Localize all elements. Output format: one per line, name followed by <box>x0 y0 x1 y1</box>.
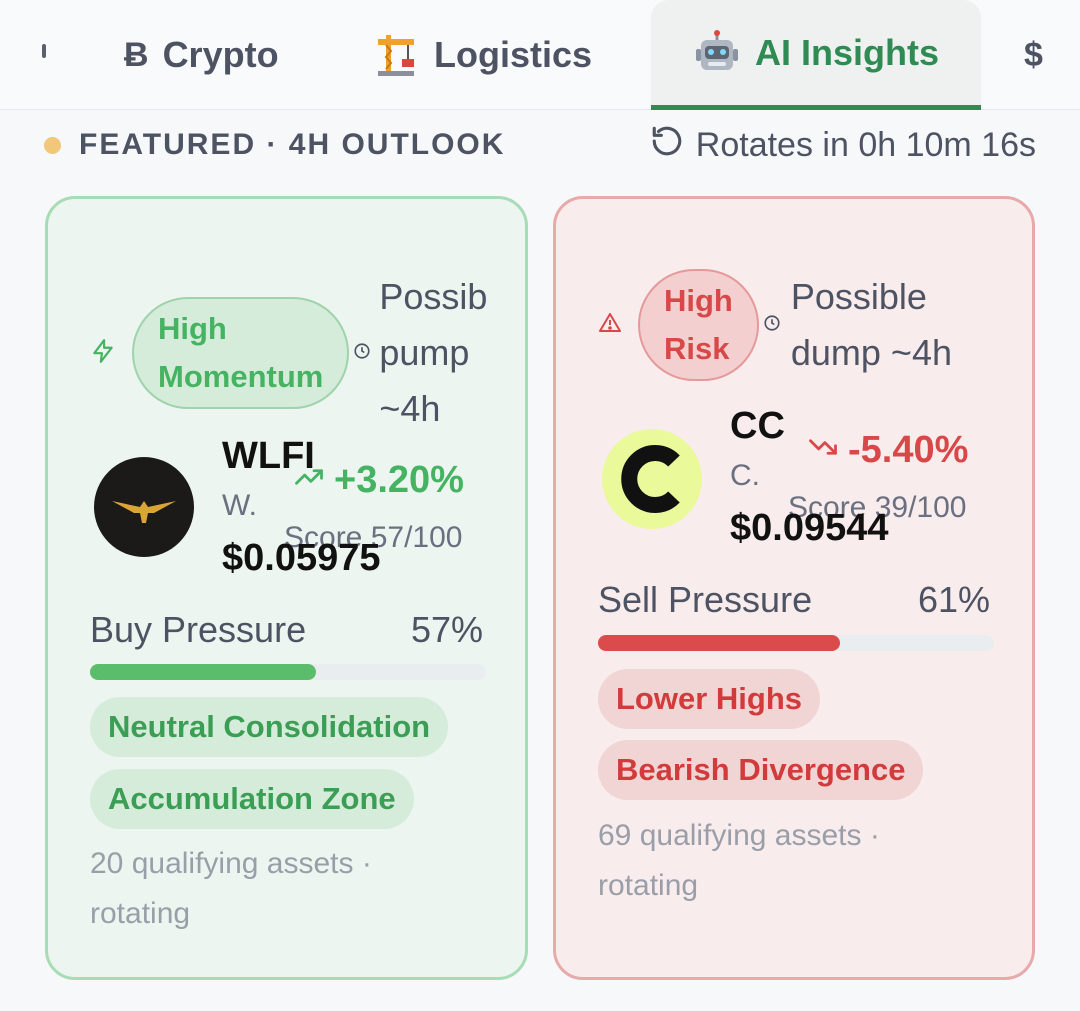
rotation-timer: Rotates in 0h 10m 16s <box>650 124 1036 166</box>
asset-logo <box>94 457 194 557</box>
asset-name: C. <box>730 459 760 492</box>
tab-finance-partial[interactable]: $ <box>1024 0 1043 110</box>
dollar-icon: $ <box>1024 35 1043 74</box>
insight-card-risk[interactable]: High Risk Possible dump ~4h CC -5.40% C.… <box>553 196 1035 980</box>
lightning-icon <box>90 338 116 369</box>
qualifying-assets-note: 20 qualifying assets · rotating <box>90 839 372 939</box>
price-change: -5.40% <box>808 429 968 472</box>
price-change-value: +3.20% <box>334 459 464 501</box>
clock-icon <box>353 342 371 365</box>
tab-crypto-label: Crypto <box>162 34 279 75</box>
asset-price: $0.09544 <box>730 507 889 549</box>
footnote-line: rotating <box>90 897 191 930</box>
signal-tag[interactable]: Bearish Divergence <box>598 740 924 800</box>
tab-ai-insights-label: AI Insights <box>754 31 939 73</box>
eagle-icon <box>112 501 176 523</box>
asset-price: $0.05975 <box>222 537 381 579</box>
pressure-percent: 61% <box>917 579 990 620</box>
bitcoin-icon: Ƀ <box>124 35 149 74</box>
crane-icon <box>372 31 420 79</box>
footnote-line: rotating <box>598 869 699 902</box>
price-change-value: -5.40% <box>848 429 969 471</box>
qualifying-assets-note: 69 qualifying assets · rotating <box>598 811 880 911</box>
footnote-line: 69 qualifying assets · <box>598 819 880 852</box>
warning-icon <box>598 311 622 340</box>
outlook-line: Possib <box>379 276 488 317</box>
badge-line: Risk <box>664 331 730 366</box>
rotate-icon <box>650 124 684 167</box>
momentum-badge: High Momentum <box>132 297 350 409</box>
pressure-label: Buy Pressure <box>90 609 307 650</box>
pressure-bar <box>90 664 486 680</box>
tab-logistics[interactable]: Logistics <box>372 0 592 110</box>
insight-card-momentum[interactable]: High Momentum Possib pump ~4h WLFI +3.20… <box>45 196 528 980</box>
signal-tag[interactable]: Lower Highs <box>598 669 821 729</box>
outlook-line: Possible <box>790 276 927 317</box>
pressure-percent: 57% <box>410 609 483 650</box>
tab-ai-insights[interactable]: AI Insights <box>651 0 981 110</box>
risk-badge: High Risk <box>638 269 759 381</box>
featured-label: FEATURED · 4H OUTLOOK <box>79 128 506 161</box>
trending-up-icon <box>294 459 324 502</box>
asset-name: W. <box>222 489 257 522</box>
robot-icon <box>693 29 741 77</box>
featured-dot-icon <box>44 136 61 154</box>
outlook-line: ~4h <box>379 388 441 429</box>
price-change: +3.20% <box>294 459 464 502</box>
badge-row: High Momentum Possib pump ~4h <box>90 269 487 437</box>
c-letter-icon <box>621 445 680 513</box>
tab-logistics-label: Logistics <box>434 34 593 75</box>
featured-header: FEATURED · 4H OUTLOOK <box>44 124 505 166</box>
clock-icon <box>763 314 781 337</box>
pressure-bar-fill <box>90 664 316 680</box>
outlook-line: pump <box>379 332 470 373</box>
tab-scroll-stub-left[interactable] <box>42 44 46 58</box>
badge-line: High <box>664 283 733 318</box>
signal-tag[interactable]: Neutral Consolidation <box>90 697 449 757</box>
pressure-bar-fill <box>598 635 840 651</box>
pressure-label: Sell Pressure <box>598 579 813 620</box>
outlook-text: Possib pump ~4h <box>379 269 487 437</box>
tab-crypto[interactable]: Ƀ Crypto <box>124 0 279 110</box>
badge-row: High Risk Possible dump ~4h <box>598 269 952 381</box>
outlook-text: Possible dump ~4h <box>791 269 952 381</box>
badge-line: Momentum <box>158 359 324 394</box>
badge-line: High <box>158 311 227 346</box>
asset-logo <box>602 429 702 529</box>
trending-down-icon <box>808 429 838 472</box>
category-tab-bar: Ƀ Crypto Logistics AI Insights $ <box>0 0 1080 110</box>
pressure-bar <box>598 635 994 651</box>
rotation-timer-label: Rotates in 0h 10m 16s <box>695 125 1036 164</box>
signal-tag[interactable]: Accumulation Zone <box>90 769 414 829</box>
footnote-line: 20 qualifying assets · <box>90 847 372 880</box>
outlook-line: dump ~4h <box>790 332 952 373</box>
asset-symbol: CC <box>730 405 785 447</box>
